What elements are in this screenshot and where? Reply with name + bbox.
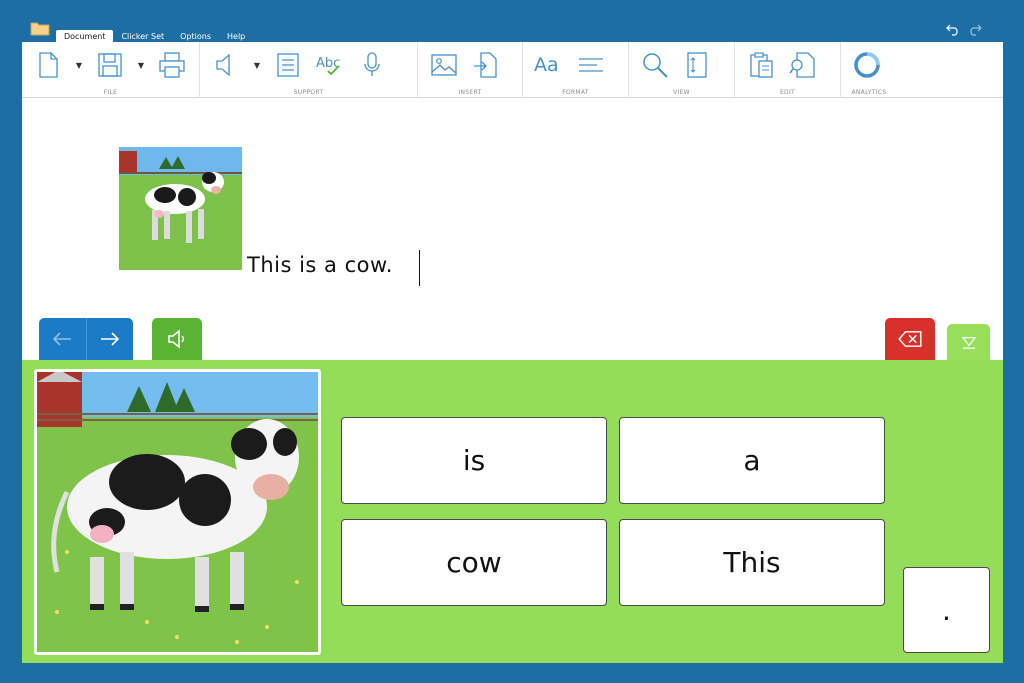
zoom-button[interactable] <box>639 48 671 82</box>
page-size-icon <box>687 52 707 78</box>
cow-illustration <box>37 372 318 652</box>
next-word-button[interactable] <box>85 318 134 360</box>
paste-button[interactable] <box>745 48 777 82</box>
speaker-icon <box>168 329 184 349</box>
save-button[interactable] <box>94 48 126 82</box>
new-document-icon <box>39 52 58 78</box>
word-list-button[interactable] <box>272 48 304 82</box>
paragraph-align-icon <box>579 58 603 72</box>
clicker-grid: is a cow This . <box>22 360 1003 663</box>
view-group-label: VIEW <box>673 89 690 96</box>
find-icon <box>789 52 815 78</box>
paragraph-button[interactable] <box>575 48 607 82</box>
word-cell-a[interactable]: a <box>619 417 885 504</box>
speak-button[interactable] <box>152 318 202 360</box>
word-cell-cow[interactable]: cow <box>341 519 607 606</box>
analytics-chart-icon <box>854 52 880 78</box>
file-group-label: FILE <box>103 89 118 96</box>
zoom-icon <box>643 53 668 78</box>
ribbon-group-format: Aa FORMAT <box>523 42 629 98</box>
word-list-icon <box>277 53 299 77</box>
arrow-left-icon <box>53 332 72 346</box>
font-icon: Aa <box>534 54 559 76</box>
new-dropdown-caret[interactable]: ▼ <box>74 48 84 82</box>
speech-button[interactable] <box>210 48 242 82</box>
undo-icon[interactable] <box>946 22 960 36</box>
triangle-down-icon <box>961 337 976 349</box>
undo-redo <box>946 22 982 36</box>
word-navigation <box>39 318 133 360</box>
speaker-icon <box>216 53 230 77</box>
hide-grid-button[interactable] <box>947 324 990 360</box>
spellcheck-button[interactable]: Abc <box>314 48 346 82</box>
redo-icon[interactable] <box>968 22 982 36</box>
backspace-icon <box>898 331 922 347</box>
font-text: Aa <box>534 54 559 76</box>
insert-picture-icon <box>431 54 457 76</box>
arrow-right-icon <box>100 332 119 346</box>
ribbon-group-analytics: ANALYTICS <box>841 42 897 98</box>
word-cell-is[interactable]: is <box>341 417 607 504</box>
insert-group-label: INSERT <box>458 89 482 96</box>
word-cell-this[interactable]: This <box>619 519 885 606</box>
ribbon-group-edit: EDIT <box>735 42 841 98</box>
page-size-button[interactable] <box>681 48 713 82</box>
format-group-label: FORMAT <box>562 89 589 96</box>
font-button[interactable]: Aa <box>533 48 565 82</box>
save-dropdown-caret[interactable]: ▼ <box>136 48 146 82</box>
punctuation-cell-period[interactable]: . <box>903 567 990 653</box>
ribbon-toolbar: ▼ ▼ FILE ▼ Abc SUPPORT INSERT Aa FORMAT … <box>22 42 1003 98</box>
delete-button[interactable] <box>885 318 935 360</box>
spellcheck-icon: Abc <box>316 56 340 76</box>
speech-dropdown-caret[interactable]: ▼ <box>252 48 262 82</box>
print-button[interactable] <box>156 48 188 82</box>
voice-input-button[interactable] <box>356 48 388 82</box>
folder-icon[interactable] <box>30 20 50 36</box>
paste-icon <box>750 52 773 78</box>
ribbon-group-file: ▼ ▼ FILE <box>22 42 200 98</box>
text-caret <box>419 250 420 286</box>
insert-picture-button[interactable] <box>428 48 460 82</box>
analytics-button[interactable] <box>851 48 883 82</box>
document-text[interactable]: This is a cow. <box>247 253 393 277</box>
support-group-label: SUPPORT <box>293 89 324 96</box>
edit-group-label: EDIT <box>779 89 796 96</box>
ribbon-group-support: ▼ Abc SUPPORT <box>200 42 418 98</box>
print-icon <box>159 52 185 78</box>
previous-word-button[interactable] <box>39 318 86 360</box>
microphone-icon <box>364 52 380 76</box>
insert-file-button[interactable] <box>470 48 502 82</box>
ribbon-group-insert: INSERT <box>418 42 523 98</box>
cow-picture-small <box>119 147 242 270</box>
new-document-button[interactable] <box>32 48 64 82</box>
find-button[interactable] <box>787 48 819 82</box>
cow-picture-large <box>34 369 321 655</box>
ribbon-group-view: VIEW <box>629 42 735 98</box>
insert-file-icon <box>474 52 497 78</box>
analytics-group-label: ANALYTICS <box>851 89 887 96</box>
save-icon <box>98 53 122 77</box>
